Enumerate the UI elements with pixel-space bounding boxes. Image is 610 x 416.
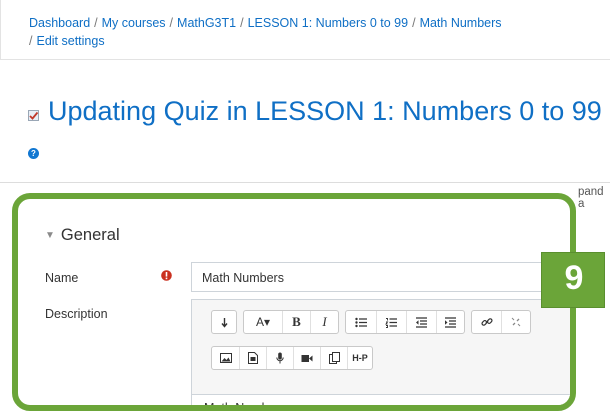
image-icon[interactable] bbox=[212, 347, 239, 369]
description-editor: A▾ B I H-P Math Numbers bbox=[191, 299, 570, 405]
breadcrumb-separator: / bbox=[94, 16, 98, 30]
breadcrumb-separator: / bbox=[240, 16, 244, 30]
section-title: General bbox=[60, 226, 120, 244]
highlight-frame: ▼ General Name Math Numbers Description A… bbox=[12, 193, 576, 411]
bold-icon[interactable]: B bbox=[282, 311, 310, 333]
name-label: Name bbox=[45, 271, 79, 285]
toolbar-group-media: H-P bbox=[211, 346, 373, 370]
record-video-icon[interactable] bbox=[293, 347, 320, 369]
description-editor-content[interactable]: Math Numbers bbox=[192, 394, 570, 405]
breadcrumb-separator: / bbox=[412, 16, 416, 30]
unlink-icon[interactable] bbox=[501, 311, 530, 333]
toolbar-group-collapse bbox=[211, 310, 237, 334]
ordered-list-icon[interactable] bbox=[376, 311, 406, 333]
unordered-list-icon[interactable] bbox=[346, 311, 376, 333]
description-label: Description bbox=[45, 307, 108, 321]
expand-all-link[interactable]: pand a bbox=[578, 186, 610, 210]
breadcrumb-lesson[interactable]: LESSON 1: Numbers 0 to 99 bbox=[248, 16, 409, 30]
collapse-icon[interactable] bbox=[212, 311, 236, 333]
divider bbox=[0, 182, 610, 183]
h5p-icon[interactable]: H-P bbox=[347, 347, 372, 369]
section-general-toggle[interactable]: ▼ General bbox=[45, 226, 120, 245]
toolbar-group-lists bbox=[345, 310, 465, 334]
breadcrumb-dashboard[interactable]: Dashboard bbox=[29, 16, 90, 30]
quiz-icon bbox=[28, 110, 39, 121]
media-icon[interactable] bbox=[239, 347, 266, 369]
breadcrumb-edit-settings[interactable]: Edit settings bbox=[36, 34, 104, 48]
record-audio-icon[interactable] bbox=[266, 347, 293, 369]
page-title: Updating Quiz in LESSON 1: Numbers 0 to … bbox=[48, 96, 602, 126]
breadcrumb-my-courses[interactable]: My courses bbox=[102, 16, 166, 30]
toolbar-group-links bbox=[471, 310, 531, 334]
breadcrumb-separator: / bbox=[169, 16, 174, 30]
breadcrumb: Dashboard / My courses / MathG3T1/LESSON 1: … bbox=[29, 14, 599, 50]
manage-files-icon[interactable] bbox=[320, 347, 347, 369]
font-style-icon[interactable]: A▾ bbox=[244, 311, 282, 333]
exclamation-icon bbox=[161, 270, 172, 281]
help-icon[interactable]: ? bbox=[28, 148, 39, 159]
toolbar-group-style: A▾ B I bbox=[243, 310, 339, 334]
breadcrumb-course[interactable]: MathG3T1 bbox=[177, 16, 236, 30]
breadcrumb-quiz[interactable]: Math Numbers bbox=[420, 16, 502, 30]
name-input[interactable]: Math Numbers bbox=[191, 262, 570, 292]
breadcrumb-bar: Dashboard / My courses / MathG3T1/LESSON 1: … bbox=[0, 0, 610, 60]
outdent-icon[interactable] bbox=[406, 311, 436, 333]
step-number: 9 bbox=[564, 259, 584, 297]
link-icon[interactable] bbox=[472, 311, 501, 333]
required-icon bbox=[161, 269, 172, 282]
indent-icon[interactable] bbox=[436, 311, 464, 333]
step-number-badge: 9 bbox=[541, 252, 605, 308]
italic-icon[interactable]: I bbox=[310, 311, 338, 333]
caret-down-icon: ▼ bbox=[45, 230, 55, 241]
